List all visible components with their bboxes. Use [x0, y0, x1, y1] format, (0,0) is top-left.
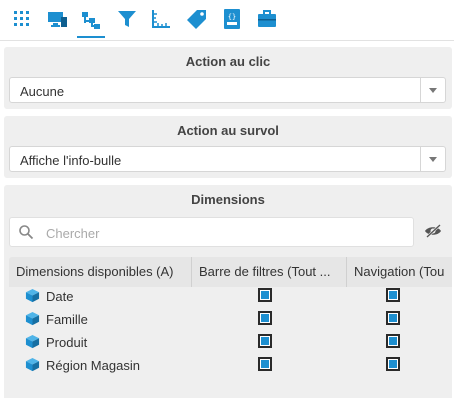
navigation-checkbox[interactable]	[386, 311, 400, 325]
table-row: Produit	[9, 331, 452, 354]
json-button[interactable]: {}	[218, 4, 246, 34]
table-row: Date	[9, 285, 452, 308]
click-action-title: Action au clic	[185, 54, 271, 69]
search-box	[9, 217, 414, 247]
json-file-icon: {}	[224, 9, 240, 29]
tag-button[interactable]	[183, 4, 211, 34]
click-action-value: Aucune	[20, 84, 65, 99]
search-icon	[19, 225, 34, 240]
chevron-down-icon[interactable]	[420, 78, 445, 102]
toolbox-button[interactable]	[253, 4, 281, 34]
filter-icon	[118, 11, 136, 27]
chevron-down-icon[interactable]	[420, 147, 445, 171]
filter-bar-checkbox[interactable]	[258, 334, 272, 348]
ruler-icon	[152, 10, 170, 28]
dimensions-title: Dimensions	[191, 192, 265, 207]
dimension-name: Date	[46, 289, 74, 304]
search-input[interactable]	[44, 224, 408, 242]
dimension-name: Produit	[46, 335, 88, 350]
hover-action-value: Affiche l'info-bulle	[20, 153, 122, 168]
cube-icon	[25, 311, 40, 326]
toolbox-icon	[258, 10, 276, 27]
hierarchy-icon	[82, 12, 100, 29]
navigation-checkbox[interactable]	[386, 357, 400, 371]
column-header-filter-bar[interactable]: Barre de filtres (Tout ...	[191, 257, 346, 287]
navigation-checkbox[interactable]	[386, 288, 400, 302]
filter-bar-checkbox[interactable]	[258, 311, 272, 325]
dimension-name: Région Magasin	[46, 358, 140, 373]
ruler-button[interactable]	[147, 4, 175, 34]
svg-text:{}: {}	[228, 13, 236, 21]
hover-action-title: Action au survol	[177, 123, 279, 138]
click-action-panel: Action au clic Aucune	[4, 47, 452, 109]
dimension-name: Famille	[46, 312, 88, 327]
table-header: Dimensions disponibles (A) Barre de filt…	[9, 257, 452, 287]
hide-eye-icon[interactable]	[424, 223, 442, 239]
dimensions-panel: Dimensions Dimensions disponibles (A) Ba…	[4, 185, 452, 398]
filter-bar-checkbox[interactable]	[258, 288, 272, 302]
hover-action-select[interactable]: Affiche l'info-bulle	[9, 146, 446, 172]
click-action-select[interactable]: Aucune	[9, 77, 446, 103]
toolbar: {}	[0, 0, 454, 41]
grid-icon	[14, 11, 29, 26]
column-header-available[interactable]: Dimensions disponibles (A)	[9, 257, 191, 287]
hierarchy-button[interactable]	[77, 4, 105, 38]
table-row: Région Magasin	[9, 354, 452, 377]
grid-button[interactable]	[8, 4, 36, 34]
cube-icon	[25, 357, 40, 372]
table-row: Famille	[9, 308, 452, 331]
tag-icon	[187, 10, 206, 29]
filter-button[interactable]	[113, 4, 141, 34]
cube-icon	[25, 334, 40, 349]
monitor-button[interactable]	[43, 4, 71, 34]
column-header-navigation[interactable]: Navigation (Tou	[346, 257, 452, 287]
navigation-checkbox[interactable]	[386, 334, 400, 348]
cube-icon	[25, 288, 40, 303]
filter-bar-checkbox[interactable]	[258, 357, 272, 371]
monitor-icon	[48, 12, 67, 27]
hover-action-panel: Action au survol Affiche l'info-bulle	[4, 116, 452, 178]
